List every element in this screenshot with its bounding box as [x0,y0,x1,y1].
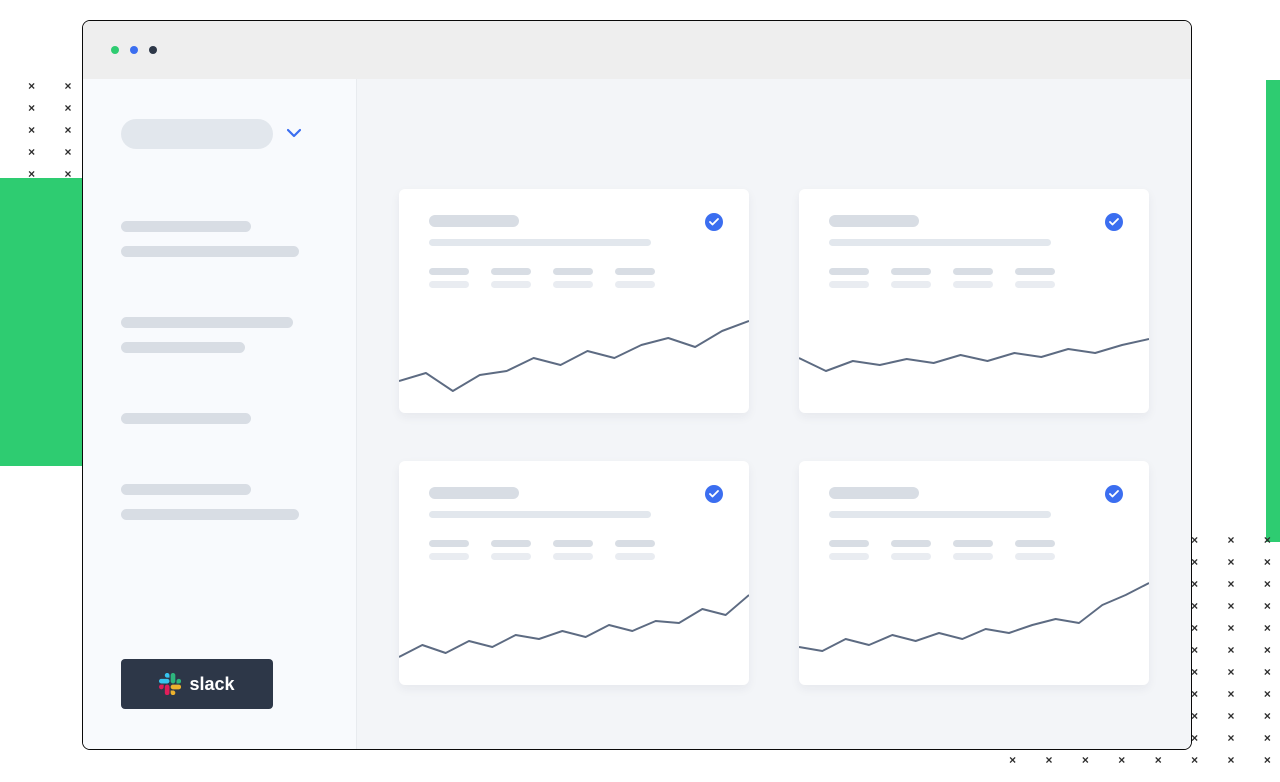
decor-green-block [0,178,82,466]
card-stat [891,540,931,560]
dashboard-main [357,79,1191,749]
chevron-down-icon [287,125,301,143]
traffic-light-close[interactable] [111,46,119,54]
card-stats-row [829,268,1119,288]
card-subtitle-placeholder [429,511,651,518]
slack-button[interactable]: slack [121,659,273,709]
sidebar-item[interactable] [121,484,251,495]
card-stat [429,268,469,288]
card-stat [953,540,993,560]
sparkline-chart [399,303,749,413]
workspace-name-placeholder [121,119,273,149]
decor-green-stripe [1266,80,1280,542]
metric-card[interactable] [399,461,749,685]
card-stats-row [429,268,719,288]
card-subtitle-placeholder [429,239,651,246]
card-title-placeholder [829,215,919,227]
card-header [799,461,1149,560]
card-stat [829,540,869,560]
sidebar-group-4 [83,484,356,534]
check-icon [705,485,723,503]
card-stat [1015,540,1055,560]
check-icon [1105,213,1123,231]
sparkline-chart [799,303,1149,413]
card-title-placeholder [429,215,519,227]
card-header [399,461,749,560]
card-stat [615,540,655,560]
workspace-dropdown[interactable] [83,119,356,149]
metric-card[interactable] [799,189,1149,413]
sidebar-item[interactable] [121,221,251,232]
card-header [799,189,1149,288]
card-stats-row [829,540,1119,560]
sidebar-item[interactable] [121,413,251,424]
traffic-light-minimize[interactable] [130,46,138,54]
browser-window: slack [82,20,1192,750]
card-stats-row [429,540,719,560]
sparkline-chart [399,575,749,685]
card-stat [615,268,655,288]
card-title-placeholder [829,487,919,499]
metric-card[interactable] [799,461,1149,685]
sidebar-group-1 [83,221,356,271]
card-stat [491,268,531,288]
card-stat [829,268,869,288]
card-stat [953,268,993,288]
slack-icon [159,673,181,695]
sparkline-chart [799,575,1149,685]
card-stat [891,268,931,288]
window-body: slack [83,79,1191,749]
card-stat [429,540,469,560]
window-titlebar [83,21,1191,79]
card-title-placeholder [429,487,519,499]
sidebar: slack [83,79,357,749]
sidebar-group-2 [83,317,356,367]
traffic-light-zoom[interactable] [149,46,157,54]
card-stat [491,540,531,560]
metric-card[interactable] [399,189,749,413]
card-subtitle-placeholder [829,511,1051,518]
card-stat [1015,268,1055,288]
sidebar-item[interactable] [121,317,293,328]
sidebar-item[interactable] [121,342,245,353]
check-icon [1105,485,1123,503]
slack-button-label: slack [189,674,234,695]
card-stat [553,540,593,560]
sidebar-group-3 [83,413,356,438]
check-icon [705,213,723,231]
card-subtitle-placeholder [829,239,1051,246]
sidebar-item[interactable] [121,246,299,257]
card-header [399,189,749,288]
sidebar-item[interactable] [121,509,299,520]
card-stat [553,268,593,288]
